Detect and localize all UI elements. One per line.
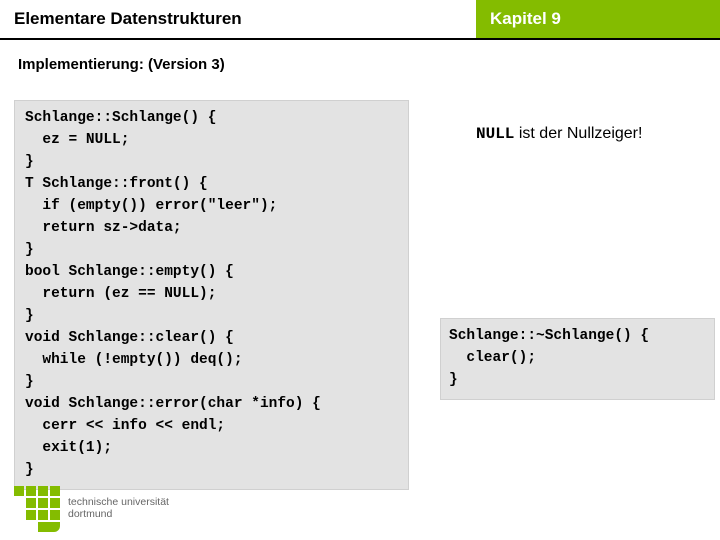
header: Elementare Datenstrukturen Kapitel 9 xyxy=(0,0,720,38)
note-null: NULL xyxy=(476,125,514,143)
chapter-label: Kapitel 9 xyxy=(476,0,720,38)
uni-line1: technische universität xyxy=(68,496,169,508)
note-rest: ist der Nullzeiger! xyxy=(514,125,642,142)
code-block-destructor: Schlange::~Schlange() { clear(); } xyxy=(440,318,715,400)
uni-line2: dortmund xyxy=(68,508,169,520)
slide-title: Elementare Datenstrukturen xyxy=(0,0,476,38)
university-name: technische universität dortmund xyxy=(68,496,169,520)
code-block-main: Schlange::Schlange() { ez = NULL; } T Sc… xyxy=(14,100,409,490)
subtitle: Implementierung: (Version 3) xyxy=(0,40,720,73)
tu-icon xyxy=(14,486,60,530)
note-text: NULL ist der Nullzeiger! xyxy=(476,125,642,143)
university-logo: technische universität dortmund xyxy=(14,486,169,530)
